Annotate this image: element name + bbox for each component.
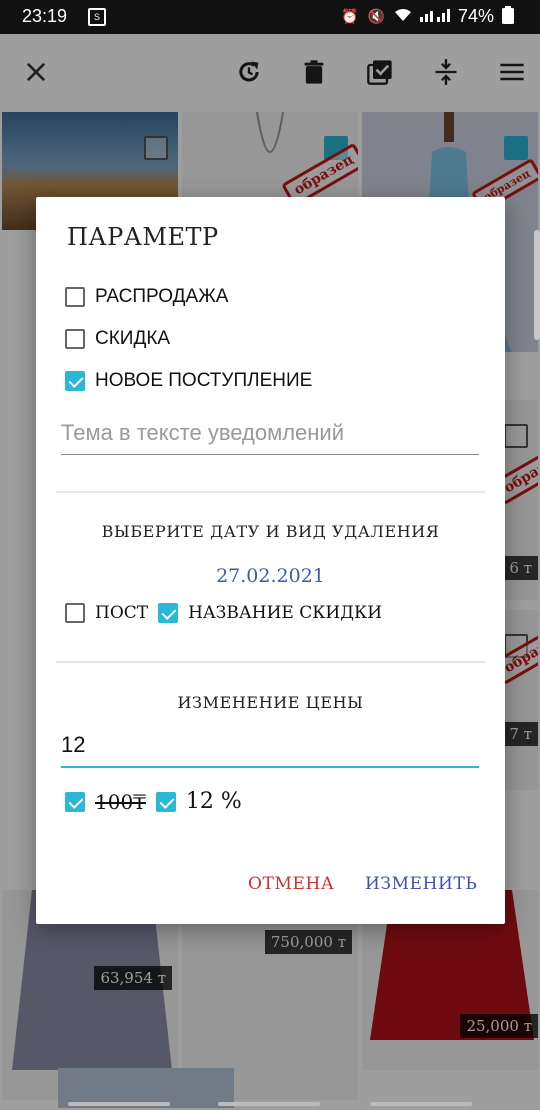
discount-checkbox[interactable] <box>65 329 85 349</box>
battery-percent: 74% <box>457 6 494 26</box>
sale-label: РАСПРОДАЖА <box>95 286 229 307</box>
battery-icon <box>502 6 514 27</box>
new-arrival-label: НОВОЕ ПОСТУПЛЕНИЕ <box>95 370 313 391</box>
scrollbar[interactable] <box>534 230 540 340</box>
status-right: ⏰ 🔇 74% <box>341 6 514 27</box>
percent-value: 12 % <box>185 789 242 814</box>
notification-topic-input[interactable]: Тема в тексте уведомлений <box>61 420 479 455</box>
discount-name-checkbox[interactable] <box>158 603 179 623</box>
status-time: 23:19 <box>22 6 68 26</box>
new-arrival-option[interactable]: НОВОЕ ПОСТУПЛЕНИЕ <box>65 370 312 392</box>
discount-label: СКИДКА <box>95 328 171 349</box>
signal-icon <box>419 8 450 25</box>
nav-hint[interactable] <box>218 1102 320 1106</box>
removal-options: ПОСТ НАЗВАНИЕ СКИДКИ <box>65 603 382 623</box>
sale-checkbox[interactable] <box>65 287 85 307</box>
dialog-title: ПАРАМЕТР <box>67 223 219 251</box>
discount-name-label: НАЗВАНИЕ СКИДКИ <box>188 603 383 623</box>
price-preview-row: 100₸ 12 % <box>65 789 242 814</box>
alarm-icon: ⏰ <box>341 8 360 24</box>
percent-checkbox[interactable] <box>155 791 176 812</box>
status-bar: 23:19 S ⏰ 🔇 74% <box>0 0 540 34</box>
post-checkbox[interactable] <box>65 603 85 623</box>
mute-icon: 🔇 <box>367 8 386 24</box>
date-picker-value[interactable]: 27.02.2021 <box>36 565 505 587</box>
date-section-label: ВЫБЕРИТЕ ДАТУ И ВИД УДАЛЕНИЯ <box>101 522 440 541</box>
post-label: ПОСТ <box>95 603 149 623</box>
new-arrival-checkbox[interactable] <box>65 371 85 391</box>
sale-option[interactable]: РАСПРОДАЖА <box>65 286 228 308</box>
divider <box>56 491 485 493</box>
old-price-value: 100₸ <box>95 789 146 814</box>
confirm-button[interactable]: ИЗМЕНИТЬ <box>365 874 477 894</box>
cancel-button[interactable]: ОТМЕНА <box>248 874 334 894</box>
old-price-checkbox[interactable] <box>65 791 85 812</box>
nav-hint[interactable] <box>370 1102 472 1106</box>
wifi-icon <box>394 8 412 25</box>
price-change-label: ИЗМЕНЕНИЕ ЦЕНЫ <box>177 693 364 712</box>
nav-hint[interactable] <box>68 1102 170 1106</box>
price-change-input[interactable]: 12 <box>61 732 479 768</box>
parameter-dialog: ПАРАМЕТР РАСПРОДАЖА СКИДКА НОВОЕ ПОСТУПЛ… <box>36 197 505 924</box>
discount-option[interactable]: СКИДКА <box>65 328 170 350</box>
notification-badge-icon: S <box>88 8 106 26</box>
divider <box>56 661 485 663</box>
